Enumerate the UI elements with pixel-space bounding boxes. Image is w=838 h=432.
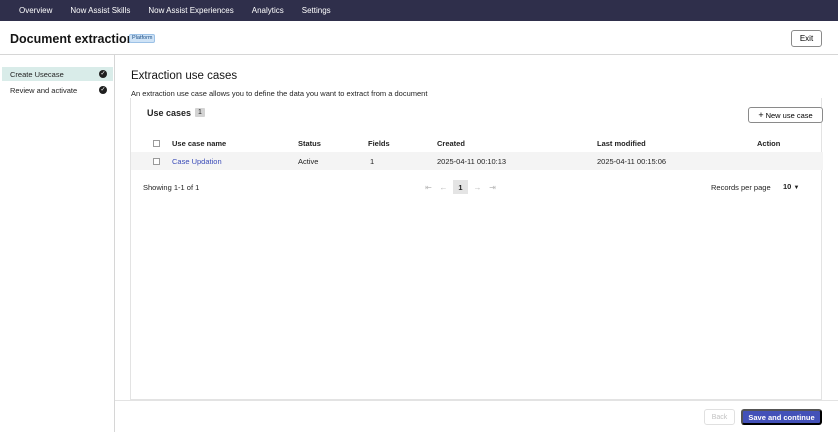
nav-now-assist-experiences[interactable]: Now Assist Experiences [148, 6, 233, 15]
showing-range: Showing 1-1 of 1 [143, 183, 200, 192]
records-per-page-label: Records per page [711, 183, 771, 192]
use-case-status: Active [298, 157, 319, 166]
use-case-created: 2025-04-11 00:10:13 [437, 157, 507, 166]
section-description: An extraction use case allows you to def… [131, 89, 428, 98]
wizard-footer: Back Save and continue [115, 400, 838, 432]
wizard-steps-sidebar: Create Usecase ✓ Review and activate ✓ [0, 55, 115, 432]
select-all-checkbox[interactable] [153, 140, 160, 147]
records-per-page-select[interactable]: 10 ▼ [783, 182, 799, 191]
check-circle-icon: ✓ [99, 86, 107, 94]
last-page-icon[interactable]: ⇥ [485, 183, 500, 192]
sidebar-item-label: Review and activate [10, 85, 78, 95]
exit-button[interactable]: Exit [791, 30, 822, 47]
previous-page-icon[interactable]: ← [436, 183, 451, 192]
use-cases-card: Use cases 1 + New use case Use case name… [130, 98, 823, 400]
use-cases-count-badge: 1 [195, 108, 205, 117]
sidebar-item-label: Create Usecase [10, 69, 64, 79]
column-header-last-modified[interactable]: Last modified [597, 139, 646, 148]
nav-settings[interactable]: Settings [302, 6, 331, 15]
plus-icon: + [758, 110, 764, 120]
nav-analytics[interactable]: Analytics [252, 6, 284, 15]
back-button[interactable]: Back [704, 409, 735, 425]
new-use-case-label: New use case [765, 110, 813, 120]
records-per-page-value: 10 [783, 182, 792, 191]
next-page-icon[interactable]: → [470, 183, 485, 192]
current-page[interactable]: 1 [453, 180, 468, 194]
top-navigation: Overview Now Assist Skills Now Assist Ex… [0, 0, 838, 21]
column-header-action: Action [757, 139, 781, 148]
column-header-fields[interactable]: Fields [368, 139, 390, 148]
page-header: Document extraction Platform Exit [0, 21, 838, 55]
sidebar-item-create-usecase[interactable]: Create Usecase ✓ [2, 67, 113, 81]
table-pagination: Showing 1-1 of 1 ⇤ ← 1 → ⇥ Records per p… [131, 178, 823, 196]
use-case-last-modified: 2025-04-11 00:15:06 [597, 157, 667, 166]
table-header: Use case name Status Fields Created Last… [131, 136, 823, 150]
column-header-status[interactable]: Status [298, 139, 321, 148]
first-page-icon[interactable]: ⇤ [421, 183, 436, 192]
check-circle-icon: ✓ [99, 70, 107, 78]
save-and-continue-button[interactable]: Save and continue [741, 409, 822, 425]
main-content: Extraction use cases An extraction use c… [115, 55, 838, 432]
platform-badge: Platform [129, 34, 156, 43]
column-header-name[interactable]: Use case name [172, 139, 226, 148]
table-row: Case Updation Active 1 2025-04-11 00:10:… [131, 152, 823, 170]
new-use-case-button[interactable]: + New use case [748, 107, 823, 123]
use-cases-title: Use cases [147, 108, 192, 118]
page-title: Document extraction [10, 32, 135, 46]
pager: ⇤ ← 1 → ⇥ [421, 180, 500, 194]
sidebar-item-review-and-activate[interactable]: Review and activate ✓ [2, 83, 113, 97]
nav-overview[interactable]: Overview [19, 6, 52, 15]
column-header-created[interactable]: Created [437, 139, 465, 148]
nav-now-assist-skills[interactable]: Now Assist Skills [70, 6, 130, 15]
section-title: Extraction use cases [131, 70, 238, 82]
use-case-fields: 1 [370, 157, 375, 166]
row-checkbox[interactable] [153, 158, 160, 165]
use-case-name-link[interactable]: Case Updation [172, 157, 222, 166]
chevron-down-icon: ▼ [793, 185, 800, 191]
